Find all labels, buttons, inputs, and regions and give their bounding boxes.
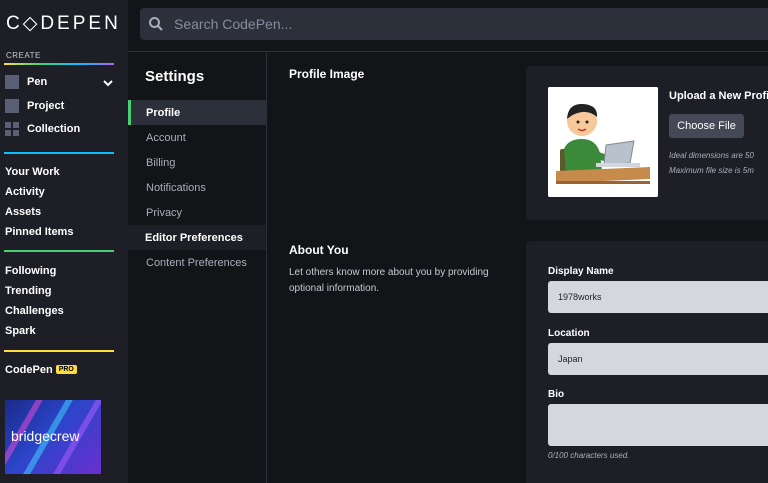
settings-item-billing[interactable]: Billing <box>128 150 266 175</box>
ideal-dimensions-hint: Ideal dimensions are 50 <box>669 151 754 160</box>
settings-title: Settings <box>145 68 205 85</box>
create-project-button[interactable]: Project <box>5 98 64 114</box>
nav-assets[interactable]: Assets <box>5 206 41 218</box>
create-pen-button[interactable]: Pen <box>5 74 47 90</box>
avatar-illustration <box>548 87 658 197</box>
bio-textarea[interactable] <box>548 404 768 446</box>
profile-image-card: Upload a New Profil Choose File Ideal di… <box>526 66 768 220</box>
avatar <box>548 87 658 197</box>
codepen-settings-app: C◇DEPEN CREATE Pen Project Collection Yo… <box>0 0 768 483</box>
settings-menu: Settings Profile Account Billing Notific… <box>128 52 267 483</box>
chevron-down-icon[interactable] <box>102 77 114 89</box>
create-project-label: Project <box>27 100 65 112</box>
nav-pinned-items[interactable]: Pinned Items <box>5 226 73 238</box>
nav-codepen-pro[interactable]: CodePen PRO <box>5 364 77 376</box>
profile-settings-main: Profile Image Upload a New Profil Choose… <box>267 52 768 483</box>
location-label: Location <box>548 328 590 339</box>
about-you-description: Let others know more about you by provid… <box>289 267 489 294</box>
profile-image-heading: Profile Image <box>289 67 365 81</box>
create-collection-label: Collection <box>27 123 81 135</box>
sponsor-ad[interactable]: bridgecrew <box>5 400 101 474</box>
settings-item-editor-preferences[interactable]: Editor Preferences <box>128 225 266 250</box>
bio-character-counter: 0/100 characters used. <box>548 451 630 460</box>
nav-following[interactable]: Following <box>5 265 56 277</box>
pen-square-icon <box>5 75 19 89</box>
settings-item-privacy[interactable]: Privacy <box>128 200 266 225</box>
search-input[interactable] <box>174 16 674 32</box>
search-box[interactable] <box>140 8 768 40</box>
create-pen-label: Pen <box>27 76 48 88</box>
nav-divider-yellow <box>4 350 114 352</box>
top-bar <box>128 0 768 52</box>
project-square-icon <box>5 99 19 113</box>
codepen-logo[interactable]: C◇DEPEN <box>6 12 121 35</box>
settings-item-profile[interactable]: Profile <box>128 100 266 125</box>
search-icon <box>149 17 163 31</box>
nav-divider-blue <box>4 152 114 154</box>
settings-item-account[interactable]: Account <box>128 125 266 150</box>
pro-badge: PRO <box>55 365 77 374</box>
create-collection-button[interactable]: Collection <box>5 121 80 137</box>
nav-spark[interactable]: Spark <box>5 325 36 337</box>
collection-grid-icon <box>5 122 19 136</box>
create-label: CREATE <box>6 51 41 60</box>
max-file-size-hint: Maximum file size is 5m <box>669 166 754 175</box>
location-field[interactable] <box>548 343 768 375</box>
left-navigation: C◇DEPEN CREATE Pen Project Collection Yo… <box>0 0 128 483</box>
upload-title: Upload a New Profil <box>669 90 768 102</box>
bio-label: Bio <box>548 389 565 400</box>
about-you-heading: About You <box>289 243 349 257</box>
display-name-field[interactable] <box>548 281 768 313</box>
choose-file-button[interactable]: Choose File <box>669 114 744 138</box>
nav-activity[interactable]: Activity <box>5 186 45 198</box>
settings-item-notifications[interactable]: Notifications <box>128 175 266 200</box>
ad-brand-text: bridgecrew <box>11 428 80 444</box>
codepen-pro-label: CodePen <box>5 364 53 376</box>
nav-challenges[interactable]: Challenges <box>5 305 64 317</box>
nav-trending[interactable]: Trending <box>5 285 51 297</box>
nav-divider-green <box>4 250 114 252</box>
create-divider <box>4 63 114 65</box>
about-you-card: Display Name Location Bio 0/100 characte… <box>526 241 768 483</box>
display-name-label: Display Name <box>548 266 614 277</box>
settings-item-content-preferences[interactable]: Content Preferences <box>128 250 266 275</box>
nav-your-work[interactable]: Your Work <box>5 166 60 178</box>
